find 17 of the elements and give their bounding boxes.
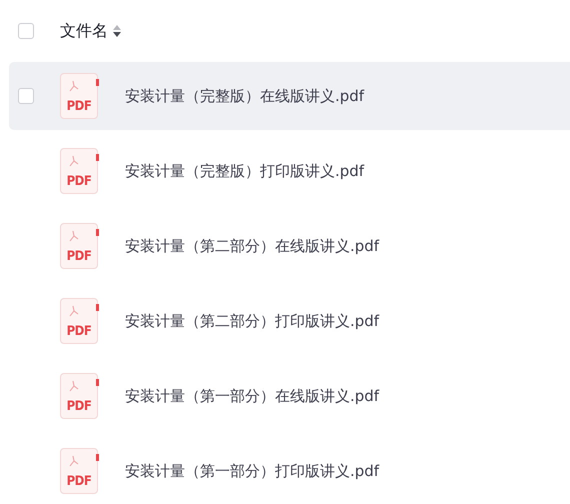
sort-icon[interactable] xyxy=(113,25,121,37)
pdf-file-icon: PDF xyxy=(60,148,98,194)
file-name[interactable]: 安装计量（第一部分）在线版讲义.pdf xyxy=(125,386,380,406)
pdf-file-icon: PDF xyxy=(60,223,98,269)
pdf-file-icon: PDF xyxy=(60,373,98,419)
file-name[interactable]: 安装计量（第二部分）在线版讲义.pdf xyxy=(125,236,380,256)
select-all-checkbox[interactable] xyxy=(18,23,34,39)
row-checkbox[interactable] xyxy=(18,88,34,104)
pdf-file-icon: PDF xyxy=(60,298,98,344)
file-name[interactable]: 安装计量（第一部分）打印版讲义.pdf xyxy=(125,462,380,480)
pdf-file-icon: PDF xyxy=(60,73,98,119)
pdf-file-icon: PDF xyxy=(60,448,98,494)
file-name[interactable]: 安装计量（完整版）在线版讲义.pdf xyxy=(125,86,364,106)
file-name[interactable]: 安装计量（完整版）打印版讲义.pdf xyxy=(125,162,364,180)
file-name[interactable]: 安装计量（第二部分）打印版讲义.pdf xyxy=(125,312,380,330)
file-row[interactable]: PDF 安装计量（完整版）在线版讲义.pdf xyxy=(9,62,570,130)
column-header: 文件名 xyxy=(60,20,108,42)
